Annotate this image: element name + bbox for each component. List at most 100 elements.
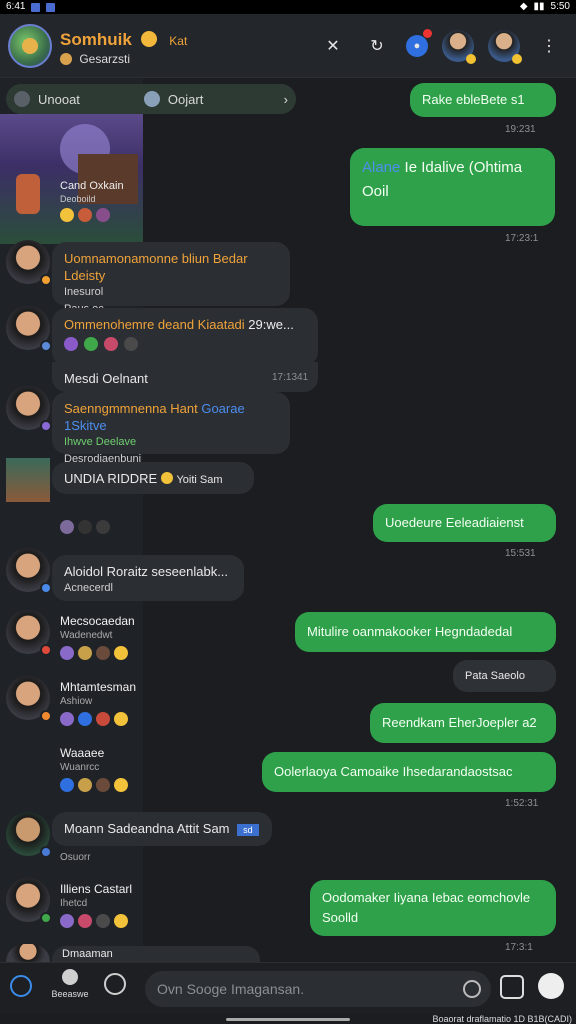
message-input[interactable]: Ovn Sooge Imagansan. — [145, 971, 491, 1007]
pinned-caption: Cand Oxkain — [60, 180, 124, 192]
home-tab-icon[interactable] — [10, 975, 32, 997]
reaction-icon[interactable] — [78, 914, 92, 928]
reaction-icon[interactable] — [78, 520, 92, 534]
message-text: Oolerlaoya Camoaike Ihsedarandaostsac — [274, 764, 513, 779]
sender-avatar[interactable] — [6, 548, 52, 594]
reaction-icon[interactable] — [84, 337, 98, 351]
group-avatar[interactable] — [8, 24, 52, 68]
filter-pill[interactable]: Unooat Oojart › — [6, 84, 296, 114]
reaction-icon[interactable] — [96, 712, 110, 726]
reaction-icon[interactable] — [60, 778, 74, 792]
send-icon[interactable] — [463, 980, 481, 998]
tab-browse[interactable]: Beeaswe — [50, 969, 90, 999]
message-title: UNDIA RIDDRE — [64, 471, 158, 486]
reaction-icon[interactable] — [78, 712, 92, 726]
message-in[interactable]: UNDIA RIDDRE Yoiti Sam — [52, 462, 254, 494]
reaction-icon[interactable] — [96, 914, 110, 928]
reaction-icon[interactable] — [78, 208, 92, 222]
message-in[interactable]: Aloidol Roraitz seseenlabk... Acnecerdl — [52, 555, 244, 601]
reactions — [60, 712, 128, 726]
chat-name[interactable]: Mhtamtesman — [60, 680, 136, 694]
message-in[interactable]: Moann Sadeandna Attit Sam sd — [52, 812, 272, 846]
message-in[interactable]: Saenngmmnenna Hant Goarae 1Skitve Ihwve … — [52, 392, 290, 465]
attach-icon[interactable] — [500, 975, 524, 999]
sender-avatar[interactable] — [6, 306, 52, 352]
message-in[interactable]: Uomnamonamonne bliun Bedar Ldeisty Inesu… — [52, 242, 290, 315]
reaction-icon[interactable] — [60, 208, 74, 222]
reaction-icon[interactable] — [114, 646, 128, 660]
message-in[interactable]: Dmaaman — [52, 946, 260, 962]
message-out[interactable]: Oolerlaoya Camoaike Ihsedarandaostsac — [262, 752, 556, 792]
chat-name[interactable]: Waaaee — [60, 746, 104, 760]
ghost-icon — [62, 969, 78, 985]
chevron-right-icon: › — [283, 91, 288, 107]
sender-avatar[interactable] — [6, 610, 52, 656]
timestamp: 1:52:31 — [505, 798, 539, 809]
chat-name[interactable]: Illiens Castarl — [60, 882, 132, 896]
chat-subtitle-text: Gesarzsti — [79, 52, 131, 66]
sender-avatar[interactable] — [6, 878, 52, 924]
clock: 6:41 — [6, 1, 26, 12]
chat-sub: Osuorr — [60, 852, 91, 863]
message-text: Mitulire oanmakooker Hegndadedal — [307, 624, 513, 639]
home-indicator — [226, 1018, 350, 1021]
message-out[interactable]: Oodomaker Iiyana Iebac eomchovle Soolld — [310, 880, 556, 936]
mic-icon[interactable] — [538, 973, 564, 999]
more-icon[interactable]: ⋮ — [534, 31, 564, 61]
notification-icon[interactable]: ● — [406, 29, 432, 57]
sender-avatar[interactable] — [6, 386, 52, 432]
reaction-icon[interactable] — [114, 778, 128, 792]
reaction-icon[interactable] — [78, 646, 92, 660]
reaction-icon[interactable] — [60, 914, 74, 928]
chat-title[interactable]: Somhuik Kat — [60, 30, 187, 50]
chat-title-text: Somhuik — [60, 30, 132, 49]
reaction-icon[interactable] — [114, 914, 128, 928]
reactions — [60, 520, 110, 534]
message-text: Reendkam EherJoepler a2 — [382, 715, 537, 730]
message-out[interactable]: Mitulire oanmakooker Hegndadedal — [295, 612, 556, 652]
message-title: Ommenohemre deand Kiaatadi 29:we... — [64, 316, 306, 333]
reaction-icon[interactable] — [96, 208, 110, 222]
participant-avatar[interactable] — [442, 30, 476, 64]
chat-app: 6:41 ◆ ▮▮ 5:50 Somhuik Kat Gesarzsti ✕ ↻… — [0, 0, 576, 1024]
sender-avatar[interactable] — [6, 240, 52, 286]
timestamp: 17:23:1 — [505, 233, 539, 244]
timestamp: 15:531 — [505, 548, 536, 559]
sender-avatar[interactable] — [6, 676, 52, 722]
pin-icon[interactable]: ✕ — [318, 31, 348, 61]
pinned-media[interactable]: Cand Oxkain Deoboild — [0, 114, 143, 244]
message-out-small[interactable]: Pata Saeolo — [453, 660, 556, 692]
message-sub: Inesurol — [64, 286, 104, 298]
message-out[interactable]: Rake ebleBete s1 — [410, 83, 556, 117]
message-out[interactable]: Reendkam EherJoepler a2 — [370, 703, 556, 743]
mention-link[interactable]: Alane — [362, 159, 400, 176]
refresh-icon[interactable]: ↻ — [362, 31, 392, 61]
reaction-icon[interactable] — [96, 520, 110, 534]
reaction-icon[interactable] — [124, 337, 138, 351]
reaction-icon[interactable] — [60, 646, 74, 660]
message-in[interactable]: Ommenohemre deand Kiaatadi 29:we... — [52, 308, 318, 366]
sender-avatar[interactable] — [6, 812, 52, 858]
reaction-icon[interactable] — [96, 646, 110, 660]
chat-sub: Ashiow — [60, 696, 93, 707]
participant-avatar[interactable] — [488, 30, 522, 64]
reaction-icon[interactable] — [78, 778, 92, 792]
reaction-icon[interactable] — [60, 520, 74, 534]
chat-name[interactable]: Mecsocaedan — [60, 614, 135, 628]
chat-title-tag: Kat — [169, 34, 188, 48]
camera-tab-icon[interactable] — [104, 973, 126, 995]
message-sub: Ihwve Deelave — [64, 436, 137, 448]
reaction-icon[interactable] — [60, 712, 74, 726]
reaction-icon[interactable] — [104, 337, 118, 351]
chat-sub: Wuanrcc — [60, 762, 100, 773]
wifi-icon: ◆ — [519, 1, 528, 12]
sender-avatar[interactable] — [6, 458, 50, 502]
reaction-icon[interactable] — [114, 712, 128, 726]
pinned-sub: Deoboild — [60, 194, 96, 204]
reaction-icon[interactable] — [64, 337, 78, 351]
reaction-icon[interactable] — [96, 778, 110, 792]
message-out[interactable]: Uoedeure Eeleadiaienst — [373, 504, 556, 542]
tab-label: Beeaswe — [51, 989, 89, 999]
message-out[interactable]: Alane Ie Idalive (Ohtima Ooil — [350, 148, 555, 226]
message-tail: Yoiti Sam — [176, 474, 223, 486]
